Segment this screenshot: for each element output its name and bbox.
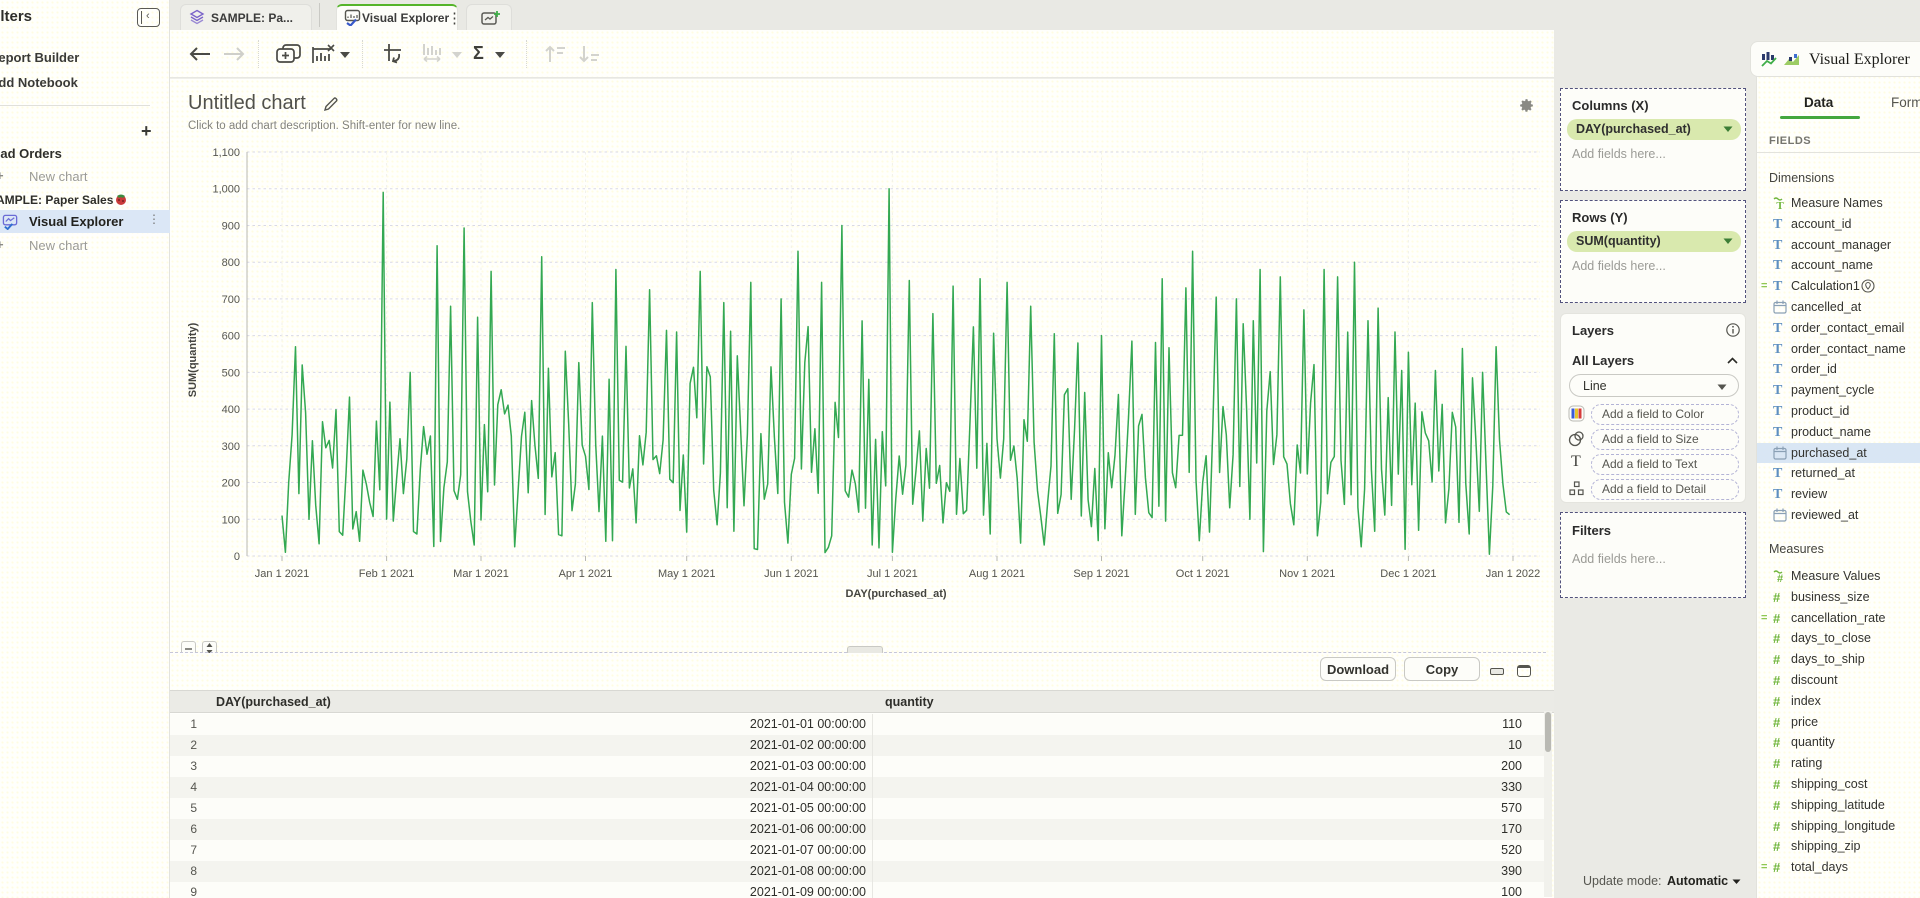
svg-text:100: 100 <box>222 514 240 526</box>
svg-text:Feb 1 2021: Feb 1 2021 <box>359 568 415 580</box>
svg-text:800: 800 <box>222 257 240 269</box>
svg-text:200: 200 <box>222 478 240 490</box>
svg-text:Jan 1 2022: Jan 1 2022 <box>1486 568 1540 580</box>
svg-text:Apr 1 2021: Apr 1 2021 <box>559 568 613 580</box>
svg-text:Sep 1 2021: Sep 1 2021 <box>1073 568 1129 580</box>
svg-text:Jan 1 2021: Jan 1 2021 <box>255 568 309 580</box>
svg-text:#: # <box>1777 573 1783 583</box>
svg-text:500: 500 <box>222 367 240 379</box>
svg-text:Jul 1 2021: Jul 1 2021 <box>867 568 918 580</box>
svg-text:SUM(quantity): SUM(quantity) <box>187 322 199 397</box>
svg-text:Mar 1 2021: Mar 1 2021 <box>453 568 509 580</box>
svg-text:0: 0 <box>234 551 240 563</box>
svg-text:Dec 1 2021: Dec 1 2021 <box>1380 568 1436 580</box>
svg-text:DAY(purchased_at): DAY(purchased_at) <box>845 588 946 600</box>
svg-text:Oct 1 2021: Oct 1 2021 <box>1176 568 1230 580</box>
svg-text:400: 400 <box>222 404 240 416</box>
svg-text:600: 600 <box>222 331 240 343</box>
svg-text:T: T <box>1776 200 1784 210</box>
svg-text:300: 300 <box>222 441 240 453</box>
svg-text:Nov 1 2021: Nov 1 2021 <box>1279 568 1335 580</box>
svg-text:May 1 2021: May 1 2021 <box>658 568 715 580</box>
svg-text:Jun 1 2021: Jun 1 2021 <box>764 568 818 580</box>
svg-text:1,100: 1,100 <box>212 147 240 159</box>
svg-text:Aug 1 2021: Aug 1 2021 <box>969 568 1025 580</box>
svg-text:1,000: 1,000 <box>212 184 240 196</box>
svg-text:700: 700 <box>222 294 240 306</box>
svg-text:900: 900 <box>222 221 240 233</box>
